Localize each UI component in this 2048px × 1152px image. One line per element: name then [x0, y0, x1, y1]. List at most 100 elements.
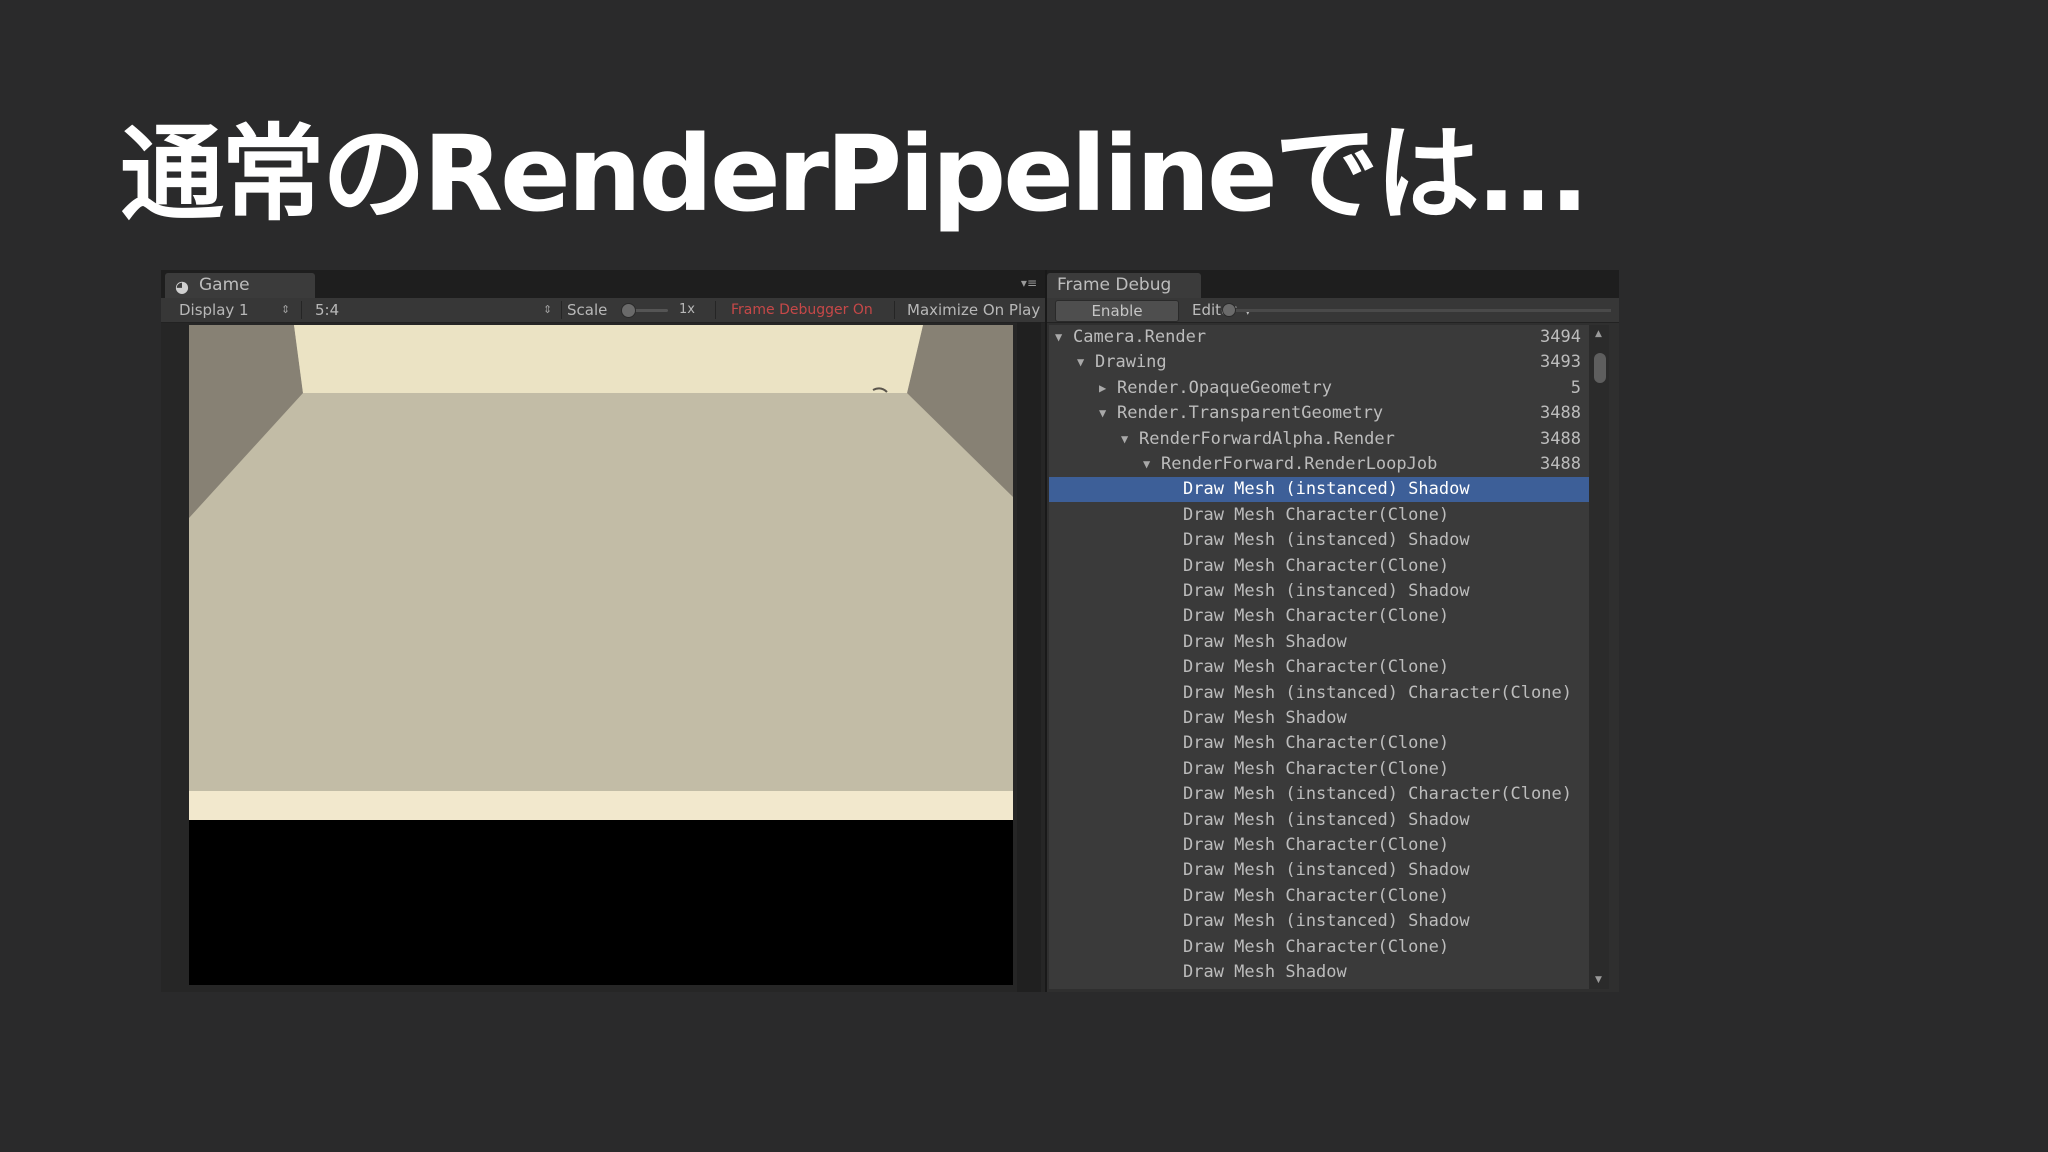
toolbar-separator — [894, 301, 895, 319]
scene-front-edge — [189, 791, 1013, 820]
tree-row[interactable]: ▼ Camera.Render 3494 — [1049, 325, 1589, 350]
scroll-down-icon[interactable]: ▼ — [1595, 975, 1602, 985]
tree-row-label: Draw Mesh (instanced) Shadow — [1183, 530, 1470, 550]
tree-row-label: Draw Mesh Character(Clone) — [1183, 606, 1450, 626]
tab-game-label: Game — [199, 275, 250, 295]
toolbar-separator — [561, 301, 562, 319]
game-side-gutter — [1017, 322, 1041, 992]
tree-row-label: Draw Mesh Shadow — [1183, 962, 1347, 982]
expanded-arrow-icon[interactable]: ▼ — [1099, 401, 1106, 426]
tree-row[interactable]: Draw Mesh Character(Clone) — [1049, 884, 1589, 909]
toolbar-separator — [715, 301, 716, 319]
tree-row[interactable]: Draw Mesh (instanced) Shadow — [1049, 477, 1589, 502]
expanded-arrow-icon[interactable]: ▼ — [1143, 452, 1150, 477]
event-tree-scrollbar[interactable]: ▲ ▼ — [1589, 325, 1609, 989]
pacman-icon: ◕ — [175, 277, 189, 296]
tree-row-label: Draw Mesh Character(Clone) — [1183, 505, 1450, 525]
tab-game[interactable]: ◕ Game — [165, 273, 315, 298]
frame-debugger-window: Frame Debug Enable Editor ▾ ▼ Camera.Rend… — [1047, 270, 1619, 992]
tree-row[interactable]: Draw Mesh Shadow — [1049, 960, 1589, 985]
scrollbar-thumb[interactable] — [1594, 353, 1606, 383]
scale-slider-knob[interactable] — [621, 303, 636, 318]
tree-row-label: Draw Mesh Character(Clone) — [1183, 835, 1450, 855]
tree-row[interactable]: Draw Mesh (instanced) Shadow — [1049, 579, 1589, 604]
tree-row[interactable]: ▶ Render.OpaqueGeometry 5 — [1049, 376, 1589, 401]
tab-frame-debug[interactable]: Frame Debug — [1047, 273, 1201, 298]
tree-row[interactable]: ▼ Render.TransparentGeometry 3488 — [1049, 401, 1589, 426]
game-viewport[interactable] — [189, 325, 1013, 985]
tree-row-label: Draw Mesh Character(Clone) — [1183, 937, 1450, 957]
tree-row-count: 3493 — [1540, 352, 1581, 372]
tree-row[interactable]: Draw Mesh (instanced) Character(Clone) — [1049, 782, 1589, 807]
tree-row[interactable]: Draw Mesh Character(Clone) — [1049, 833, 1589, 858]
editor-screenshot: ◕ Game ▾≡ Display 1 ⇕ 5:4 ⇕ Scale 1x Fra… — [161, 270, 1619, 992]
maximize-on-play-toggle[interactable]: Maximize On Play — [907, 298, 1041, 322]
scroll-up-icon[interactable]: ▲ — [1595, 329, 1602, 339]
panel-menu-icon[interactable]: ▾≡ — [1021, 276, 1037, 290]
tree-row[interactable]: Draw Mesh (instanced) Shadow — [1049, 858, 1589, 883]
toolbar-separator — [301, 301, 302, 319]
tree-row-count: 3488 — [1540, 403, 1581, 423]
tree-row-label: Draw Mesh Character(Clone) — [1183, 886, 1450, 906]
scale-label: Scale — [567, 301, 608, 319]
tree-row-label: Camera.Render — [1073, 327, 1207, 347]
tree-row-label: Draw Mesh Character(Clone) — [1183, 733, 1450, 753]
game-window: ◕ Game ▾≡ Display 1 ⇕ 5:4 ⇕ Scale 1x Fra… — [161, 270, 1045, 992]
game-toolbar: Display 1 ⇕ 5:4 ⇕ Scale 1x Frame Debugge… — [161, 298, 1045, 323]
expanded-arrow-icon[interactable]: ▼ — [1055, 325, 1062, 350]
tree-row[interactable]: ▼ RenderForwardAlpha.Render 3488 — [1049, 427, 1589, 452]
tree-row-label: Render.OpaqueGeometry — [1117, 378, 1332, 398]
expanded-arrow-icon[interactable]: ▼ — [1121, 427, 1128, 452]
slide-title: 通常のRenderPipelineでは... — [120, 113, 1589, 235]
frame-debugger-tabstrip: Frame Debug — [1047, 270, 1619, 298]
tree-row[interactable]: Draw Mesh (instanced) Shadow — [1049, 909, 1589, 934]
tree-row-count: 5 — [1570, 378, 1581, 398]
tree-row-label: RenderForward.RenderLoopJob — [1161, 454, 1438, 474]
event-slider-track[interactable] — [1235, 309, 1611, 312]
tree-row[interactable]: Draw Mesh Character(Clone) — [1049, 757, 1589, 782]
tab-frame-debug-label: Frame Debug — [1057, 275, 1172, 295]
tree-row-label: Draw Mesh (instanced) Shadow — [1183, 911, 1470, 931]
tree-row[interactable]: Draw Mesh Shadow — [1049, 630, 1589, 655]
tree-row[interactable]: Draw Mesh (instanced) Shadow — [1049, 528, 1589, 553]
tree-row-label: Draw Mesh (instanced) Shadow — [1183, 810, 1470, 830]
display-dropdown[interactable]: Display 1 — [179, 298, 249, 322]
tree-row-label: Draw Mesh (instanced) Character(Clone) — [1183, 784, 1572, 804]
tree-row[interactable]: ▼ Drawing 3493 — [1049, 350, 1589, 375]
tree-row-label: Draw Mesh Character(Clone) — [1183, 657, 1450, 677]
event-slider-knob[interactable] — [1222, 303, 1236, 317]
tree-row[interactable]: Draw Mesh Character(Clone) — [1049, 935, 1589, 960]
event-tree: ▼ Camera.Render 3494 ▼ Drawing 3493 ▶ Render.Op… — [1049, 325, 1589, 989]
tree-row[interactable]: Draw Mesh Character(Clone) — [1049, 503, 1589, 528]
expanded-arrow-icon[interactable]: ▼ — [1077, 350, 1084, 375]
tree-row-label: Draw Mesh Shadow — [1183, 632, 1347, 652]
tree-row-label: Draw Mesh (instanced) Shadow — [1183, 479, 1470, 499]
tree-row[interactable]: ▼ RenderForward.RenderLoopJob 3488 — [1049, 452, 1589, 477]
tree-row[interactable]: Draw Mesh Character(Clone) — [1049, 655, 1589, 680]
aspect-dropdown-arrows-icon: ⇕ — [543, 303, 553, 316]
tree-row[interactable]: Draw Mesh (instanced) Character(Clone) — [1049, 681, 1589, 706]
tree-row-label: Draw Mesh Character(Clone) — [1183, 759, 1450, 779]
scale-value: 1x — [679, 302, 695, 317]
frame-debugger-toolbar: Enable Editor ▾ — [1047, 298, 1619, 323]
tree-row-label: Draw Mesh (instanced) Character(Clone) — [1183, 683, 1572, 703]
scene-floor — [189, 325, 1013, 820]
frame-debugger-status: Frame Debugger On — [731, 302, 873, 318]
tree-row-label: RenderForwardAlpha.Render — [1139, 429, 1395, 449]
game-tabstrip: ◕ Game ▾≡ — [161, 270, 1045, 298]
tree-row-label: Draw Mesh Character(Clone) — [1183, 556, 1450, 576]
enable-button[interactable]: Enable — [1055, 300, 1179, 322]
collapsed-arrow-icon[interactable]: ▶ — [1099, 376, 1106, 401]
display-dropdown-arrows-icon: ⇕ — [281, 303, 291, 316]
tree-row[interactable]: Draw Mesh (instanced) Shadow — [1049, 808, 1589, 833]
tree-row-count: 3488 — [1540, 429, 1581, 449]
tree-row[interactable]: Draw Mesh Shadow — [1049, 706, 1589, 731]
game-scene — [189, 325, 1013, 985]
tree-row-count: 3494 — [1540, 327, 1581, 347]
tree-row-label: Draw Mesh Shadow — [1183, 708, 1347, 728]
aspect-dropdown[interactable]: 5:4 — [315, 298, 339, 322]
tree-row[interactable]: Draw Mesh Character(Clone) — [1049, 604, 1589, 629]
tree-row[interactable]: Draw Mesh Character(Clone) — [1049, 731, 1589, 756]
tree-row-label: Draw Mesh (instanced) Shadow — [1183, 860, 1470, 880]
tree-row[interactable]: Draw Mesh Character(Clone) — [1049, 554, 1589, 579]
